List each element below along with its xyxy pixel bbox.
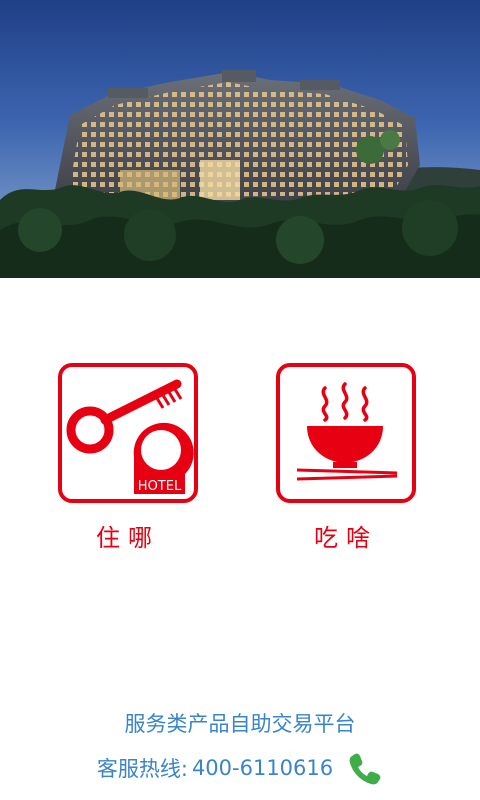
phone-icon[interactable]: [347, 750, 383, 786]
tile-label-hotel[interactable]: 住哪: [57, 518, 199, 553]
platform-slogan: 服务类产品自助交易平台: [124, 712, 356, 736]
hotel-tile[interactable]: HOTEL: [57, 362, 199, 504]
hotline-label: 客服热线:: [96, 757, 188, 781]
hero-hotel-image: [0, 0, 480, 278]
food-tile[interactable]: [275, 362, 417, 504]
hotel-tag-text: HOTEL: [138, 479, 182, 494]
app-screen: HOTEL 住哪 吃啥 服务类产品自助交易平台 客服热线: 400-611061…: [0, 0, 480, 800]
hotline-row: 客服热线: 400-6110616: [0, 748, 480, 788]
hotline-number[interactable]: 400-6110616: [192, 756, 333, 780]
noodle-bowl-icon: [276, 363, 416, 503]
tile-label-food[interactable]: 吃啥: [275, 518, 417, 553]
hotel-key-icon: HOTEL: [58, 363, 198, 503]
